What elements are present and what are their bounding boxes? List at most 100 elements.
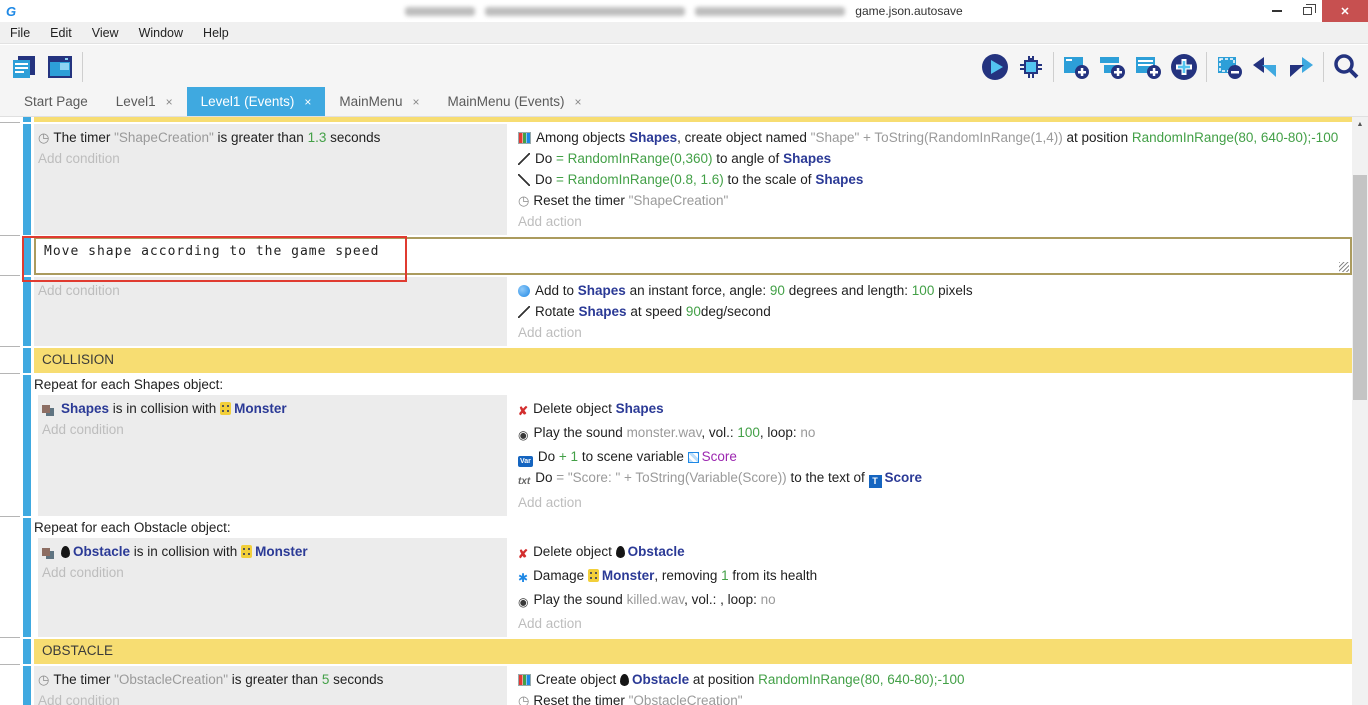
timer-icon: ◷ (518, 690, 529, 705)
action-line[interactable]: ✘Delete object Obstacle (518, 541, 1344, 565)
condition-line[interactable]: Shapes is in collision with Monster (42, 398, 499, 419)
toolbar-right-group (977, 48, 1368, 86)
action-line[interactable]: ◷Reset the timer "ObstacleCreation" (518, 690, 1344, 705)
create-object-icon (518, 132, 531, 144)
tab-start-page[interactable]: Start Page (10, 87, 102, 116)
stacked-pages-button[interactable] (6, 48, 42, 86)
comment-event[interactable]: OBSTACLE (34, 639, 1352, 664)
add-subevent-button[interactable] (1094, 48, 1130, 86)
comment-edit-textarea[interactable]: Move shape according to the game speed (34, 237, 1352, 275)
token-plain: Rotate (535, 304, 579, 319)
token-plain: to the scale of (724, 172, 816, 187)
menu-item-window[interactable]: Window (129, 22, 193, 44)
event-body: ◷The timer "ShapeCreation" is greater th… (34, 124, 1352, 235)
close-button[interactable]: ✕ (1322, 0, 1368, 22)
menu-item-help[interactable]: Help (193, 22, 239, 44)
resize-grip-icon[interactable] (1339, 262, 1349, 272)
scrollbar-thumb[interactable] (1353, 175, 1367, 400)
token-plain: , vol.: (701, 425, 737, 440)
action-line[interactable]: Among objects Shapes, create object name… (518, 127, 1344, 148)
menu-item-view[interactable]: View (82, 22, 129, 44)
token-plain: is greater than (228, 672, 322, 687)
play-button[interactable] (977, 48, 1013, 86)
event-indent-bar (23, 518, 31, 637)
token-plain: , loop: (760, 425, 801, 440)
redo-button[interactable] (1283, 48, 1319, 86)
search-button[interactable] (1328, 48, 1364, 86)
tab-label: Start Page (24, 94, 88, 109)
tab-level1-events-[interactable]: Level1 (Events)× (187, 87, 326, 116)
create-object-icon (518, 674, 531, 686)
add-action-button[interactable]: Add action (518, 211, 1344, 232)
tab-label: MainMenu (Events) (447, 94, 564, 109)
comment-event[interactable]: COLLISION (34, 348, 1352, 373)
menu-item-edit[interactable]: Edit (40, 22, 82, 44)
add-other-button[interactable] (1166, 48, 1202, 86)
tab-level1[interactable]: Level1× (102, 87, 187, 116)
menu-item-file[interactable]: File (0, 22, 40, 44)
tab-mainmenu-events-[interactable]: MainMenu (Events) × (433, 87, 595, 116)
tab-label: MainMenu (339, 94, 402, 109)
add-action-button[interactable]: Add action (518, 492, 1344, 513)
delete-event-button[interactable] (1211, 48, 1247, 86)
action-line[interactable]: Create object Obstacle at position Rando… (518, 669, 1344, 690)
action-line[interactable]: ◷Reset the timer "ShapeCreation" (518, 190, 1344, 211)
condition-line[interactable]: ◷The timer "ObstacleCreation" is greater… (38, 669, 499, 690)
foreach-header[interactable]: Repeat for each Obstacle object: (34, 518, 1352, 538)
remove-event-icon (1214, 52, 1244, 82)
tab-mainmenu[interactable]: MainMenu × (325, 87, 433, 116)
event-indent-bar (23, 666, 31, 705)
add-event-button[interactable] (1058, 48, 1094, 86)
add-condition-button[interactable]: Add condition (42, 562, 499, 583)
tab-close-icon[interactable]: × (575, 95, 582, 109)
condition-line[interactable]: Obstacle is in collision with Monster (42, 541, 499, 562)
app-window-icon (46, 53, 74, 81)
action-line[interactable]: txtDo = "Score: " + ToString(Variable(Sc… (518, 467, 1344, 492)
sound-icon: ◉ (518, 425, 528, 446)
add-condition-button[interactable]: Add condition (38, 690, 499, 705)
action-line[interactable]: ◉Play the sound monster.wav, vol.: 100, … (518, 422, 1344, 446)
gdevelop-window: G game.json.autosave ✕ FileEditViewWindo… (0, 0, 1368, 705)
add-condition-button[interactable]: Add condition (38, 280, 499, 301)
restore-button[interactable] (1292, 0, 1322, 22)
tab-close-icon[interactable]: × (412, 95, 419, 109)
token-object: Shapes (61, 401, 109, 416)
redacted-title-segment (695, 7, 845, 16)
timer-icon: ◷ (38, 127, 49, 148)
add-condition-button[interactable]: Add condition (42, 419, 499, 440)
force-icon (518, 285, 530, 297)
token-plain: Among objects (536, 130, 629, 145)
add-condition-button[interactable]: Add condition (38, 148, 499, 169)
token-plain: at speed (627, 304, 686, 319)
token-plain: Reset the timer (533, 193, 628, 208)
minimize-button[interactable] (1262, 0, 1292, 22)
add-action-button[interactable]: Add action (518, 322, 1344, 343)
action-line[interactable]: VarDo + 1 to scene variable Score (518, 446, 1344, 467)
tab-close-icon[interactable]: × (166, 95, 173, 109)
token-value: = RandomInRange(0.8, 1.6) (556, 172, 724, 187)
action-line[interactable]: ◉Play the sound killed.wav, vol.: , loop… (518, 589, 1344, 613)
condition-line[interactable]: ◷The timer "ShapeCreation" is greater th… (38, 127, 499, 148)
add-action-button[interactable]: Add action (518, 613, 1344, 634)
action-line[interactable]: Do = RandomInRange(0,360) to angle of Sh… (518, 148, 1344, 169)
action-line[interactable]: ✘Delete object Shapes (518, 398, 1344, 422)
token-plain: Do (535, 470, 556, 485)
scrollbar-up-button[interactable]: ▲ (1352, 117, 1368, 132)
app-window-button[interactable] (42, 48, 78, 86)
sound-icon: ◉ (518, 592, 528, 613)
tab-close-icon[interactable]: × (304, 95, 311, 109)
add-comment-button[interactable] (1130, 48, 1166, 86)
foreach-header[interactable]: Repeat for each Shapes object: (34, 375, 1352, 395)
event-indent-bar (23, 348, 31, 373)
event-row (34, 117, 1352, 122)
action-line[interactable]: Rotate Shapes at speed 90deg/second (518, 301, 1344, 322)
token-value: 100 (912, 283, 935, 298)
action-cell: Among objects Shapes, create object name… (510, 124, 1352, 235)
action-line[interactable]: Do = RandomInRange(0.8, 1.6) to the scal… (518, 169, 1344, 190)
debug-button[interactable] (1013, 48, 1049, 86)
undo-button[interactable] (1247, 48, 1283, 86)
token-string: = "Score: " + ToString(Variable(Score)) (556, 470, 786, 485)
action-line[interactable]: ✱Damage Monster, removing 1 from its hea… (518, 565, 1344, 589)
window-title-area: game.json.autosave (0, 0, 1368, 22)
action-line[interactable]: Add to Shapes an instant force, angle: 9… (518, 280, 1344, 301)
